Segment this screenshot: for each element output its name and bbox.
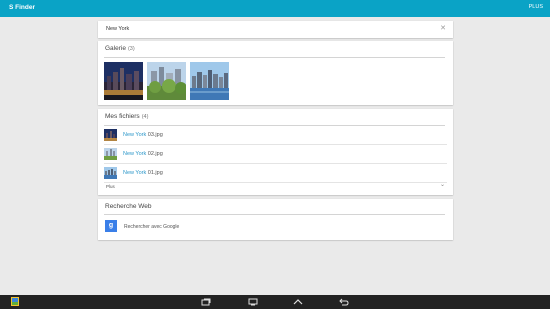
gallery-thumbnail[interactable] <box>104 62 143 100</box>
files-count: (4) <box>141 114 149 120</box>
chevron-down-icon[interactable]: ⌄ <box>440 181 445 188</box>
gallery-card: Galerie (3) <box>98 41 453 105</box>
back-icon[interactable] <box>339 298 349 306</box>
gallery-app-icon[interactable] <box>11 297 19 306</box>
menu-icon[interactable] <box>248 298 258 306</box>
park-skyline-image <box>104 148 117 160</box>
gallery-title: Galerie <box>105 45 126 52</box>
night-skyline-image <box>104 62 143 100</box>
file-name: New York 02.jpg <box>123 151 163 157</box>
search-field[interactable]: New York ✕ <box>98 21 453 38</box>
file-thumbnail <box>104 148 117 160</box>
gallery-header: Galerie (3) <box>105 45 135 52</box>
file-row[interactable]: New York 02.jpg <box>104 145 447 164</box>
divider <box>104 214 445 215</box>
search-input[interactable]: New York <box>106 26 129 32</box>
more-button[interactable]: Plus <box>106 184 115 189</box>
google-icon[interactable]: g <box>105 220 117 232</box>
recent-apps-icon[interactable] <box>201 298 211 306</box>
web-search-title: Recherche Web <box>105 203 152 210</box>
gallery-thumbnail[interactable] <box>147 62 186 100</box>
files-header: Mes fichiers (4) <box>105 113 148 120</box>
files-card: Mes fichiers (4) New York 03.jpg New Yor… <box>98 109 453 195</box>
park-skyline-image <box>147 62 186 100</box>
close-icon[interactable]: ✕ <box>440 24 446 34</box>
app-bar: S Finder PLUS <box>0 0 550 17</box>
file-thumbnail <box>104 129 117 141</box>
night-skyline-image <box>104 129 117 141</box>
waterfront-skyline-image <box>190 62 229 100</box>
navigation-bar <box>0 295 550 309</box>
file-name: New York 03.jpg <box>123 132 163 138</box>
file-name: New York 01.jpg <box>123 170 163 176</box>
file-thumbnail <box>104 167 117 179</box>
gallery-thumbnail[interactable] <box>190 62 229 100</box>
google-search-link[interactable]: Rechercher avec Google <box>124 224 179 230</box>
divider <box>104 57 445 58</box>
home-icon[interactable] <box>293 298 303 306</box>
gallery-count: (3) <box>127 46 135 52</box>
files-title: Mes fichiers <box>105 113 140 120</box>
waterfront-skyline-image <box>104 167 117 179</box>
file-row[interactable]: New York 01.jpg <box>104 164 447 183</box>
web-search-card: Recherche Web g Rechercher avec Google <box>98 199 453 240</box>
app-title: S Finder <box>9 4 36 11</box>
plus-menu-button[interactable]: PLUS <box>529 4 543 10</box>
file-row[interactable]: New York 03.jpg <box>104 126 447 145</box>
